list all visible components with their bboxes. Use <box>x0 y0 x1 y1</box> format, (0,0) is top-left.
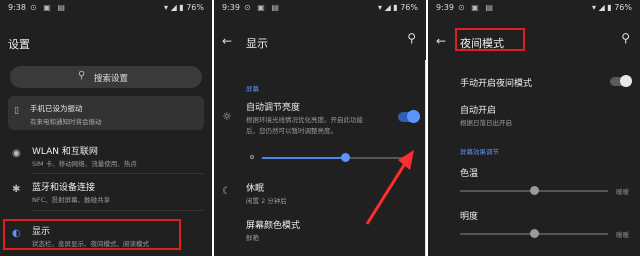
search-bar[interactable]: ⚲ 搜索设置 <box>10 66 202 88</box>
notification-icons: ⊙ ▣ ▤ <box>244 3 281 12</box>
divider <box>32 173 204 174</box>
brightness-slider[interactable] <box>262 153 412 162</box>
back-arrow-icon[interactable]: ← <box>436 34 446 48</box>
auto-brightness-desc-2: 后，您仍然可以暂时调整亮度。 <box>246 127 337 135</box>
status-bar: 9:39 ⊙ ▣ ▤ ▾ ◢ ▮ 76% <box>214 0 426 16</box>
item-subtitle: NFC、投射屏幕、触碰共享 <box>32 196 111 204</box>
manual-night-mode-toggle[interactable] <box>610 75 632 87</box>
notification-icons: ⊙ ▣ ▤ <box>30 3 67 12</box>
night-brightness-slider[interactable] <box>460 229 608 238</box>
battery-indicator: ▾ ◢ ▮ 76% <box>378 3 418 12</box>
page-title: 设置 <box>8 38 30 51</box>
section-header-screen: 屏幕 <box>246 85 259 93</box>
divider <box>32 210 204 211</box>
vibrate-icon: ▯ <box>14 106 19 116</box>
card-subtitle: 有来电和通知时将会振动 <box>30 118 102 126</box>
sleep-title: 休眠 <box>246 184 265 194</box>
color-temperature-right-label: 暖暖 <box>616 188 629 196</box>
status-time: 9:39 <box>222 3 240 12</box>
highlight-box-display <box>3 219 181 250</box>
color-temperature-label: 色温 <box>460 169 479 179</box>
brightness-label: 明度 <box>460 212 479 222</box>
brightness-slider-thumb[interactable] <box>341 153 350 162</box>
brightness-min-icon <box>250 155 254 159</box>
highlight-box-title <box>455 28 525 51</box>
search-icon[interactable]: ⚲ <box>407 31 416 45</box>
notification-icons: ⊙ ▣ ▤ <box>458 3 495 12</box>
screen-color-title: 屏幕颜色模式 <box>246 221 301 231</box>
moon-icon: ☾ <box>222 186 231 197</box>
sleep-subtitle: 闲置 2 分钟后 <box>246 197 287 205</box>
item-title: WLAN 和互联网 <box>32 147 98 157</box>
auto-brightness-toggle[interactable] <box>398 110 420 123</box>
auto-brightness-title: 自动调节亮度 <box>246 103 301 113</box>
brightness-slider-fill <box>262 157 345 159</box>
color-temperature-thumb[interactable] <box>530 186 539 195</box>
screen-color-subtitle: 鲜艳 <box>246 234 259 242</box>
auto-on-title: 自动开启 <box>460 106 497 116</box>
auto-on-subtitle: 根据日落日出开启 <box>460 119 512 127</box>
settings-home-screen: 9:38 ⊙ ▣ ▤ ▾ ◢ ▮ 76% 设置 ⚲ 搜索设置 ▯ 手机已设为振动… <box>0 0 212 256</box>
brightness-right-label: 暖暖 <box>616 231 629 239</box>
wifi-icon: ◉ <box>12 148 21 159</box>
color-temperature-slider[interactable] <box>460 186 608 195</box>
status-bar: 9:39 ⊙ ▣ ▤ ▾ ◢ ▮ 76% <box>428 0 640 16</box>
status-bar: 9:38 ⊙ ▣ ▤ ▾ ◢ ▮ 76% <box>0 0 212 16</box>
status-time: 9:39 <box>436 3 454 12</box>
brightness-icon: ☼ <box>222 110 232 123</box>
vibrate-suggestion-card[interactable]: ▯ 手机已设为振动 有来电和通知时将会振动 <box>8 96 204 130</box>
item-title: 蓝牙和设备连接 <box>32 183 96 193</box>
search-placeholder: 搜索设置 <box>94 74 129 84</box>
settings-item-bluetooth[interactable]: ✱ 蓝牙和设备连接 NFC、投射屏幕、触碰共享 <box>0 178 212 206</box>
status-time: 9:38 <box>8 3 26 12</box>
settings-item-wlan[interactable]: ◉ WLAN 和互联网 SIM 卡、移动网络、流量使用、热点 <box>0 142 212 170</box>
bluetooth-icon: ✱ <box>12 184 21 195</box>
item-subtitle: SIM 卡、移动网络、流量使用、热点 <box>32 160 137 168</box>
search-icon: ⚲ <box>78 70 86 81</box>
battery-indicator: ▾ ◢ ▮ 76% <box>164 3 204 12</box>
card-title: 手机已设为振动 <box>30 104 83 113</box>
night-brightness-thumb[interactable] <box>530 229 539 238</box>
search-icon[interactable]: ⚲ <box>621 31 630 45</box>
scrollbar[interactable] <box>425 60 426 256</box>
section-header-screen-effect: 屏幕效果调节 <box>460 148 499 156</box>
night-mode-screen: 9:39 ⊙ ▣ ▤ ▾ ◢ ▮ 76% ← 夜间模式 ⚲ 手动开启夜间模式 自… <box>428 0 640 256</box>
back-arrow-icon[interactable]: ← <box>222 34 232 48</box>
page-title: 显示 <box>246 37 268 50</box>
display-settings-screen: 9:39 ⊙ ▣ ▤ ▾ ◢ ▮ 76% ← 显示 ⚲ 屏幕 ☼ 自动调节亮度 … <box>214 0 426 256</box>
auto-brightness-desc-1: 根据环境光线情况优化亮度。开启此功能 <box>246 116 363 124</box>
battery-indicator: ▾ ◢ ▮ 76% <box>592 3 632 12</box>
manual-night-mode-label: 手动开启夜间模式 <box>460 79 533 89</box>
